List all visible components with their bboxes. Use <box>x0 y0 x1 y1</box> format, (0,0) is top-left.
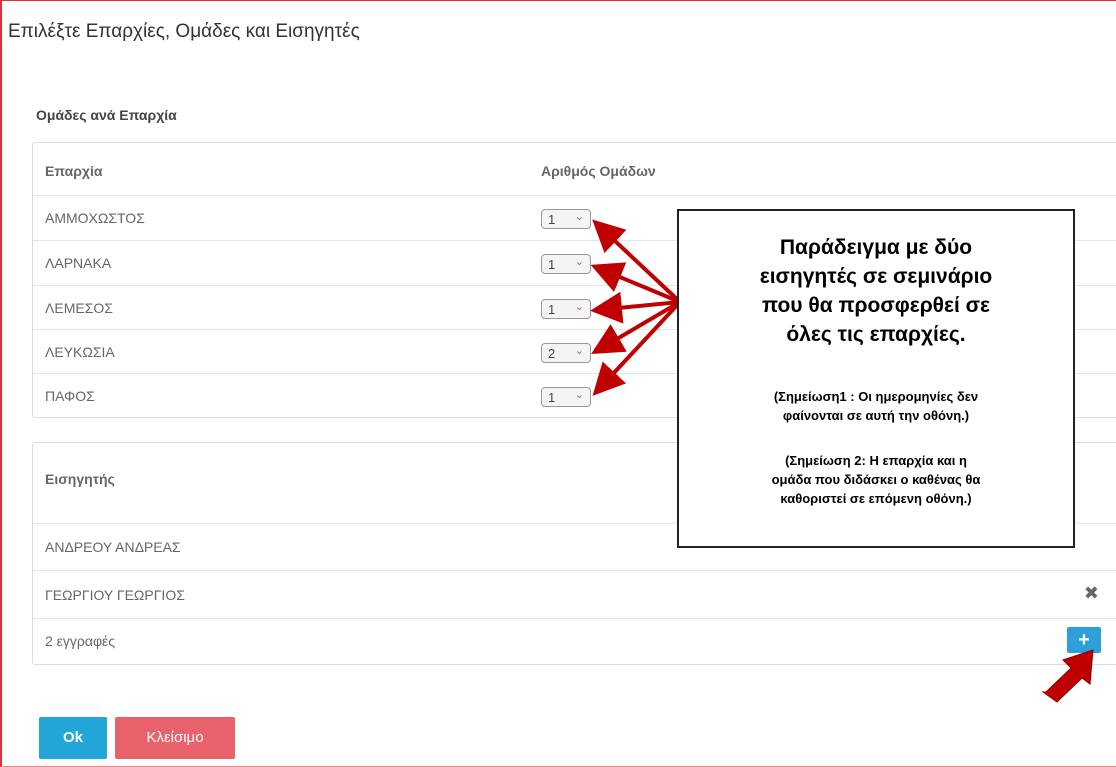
province-name: ΠΑΦΟΣ <box>45 388 95 404</box>
ok-button[interactable]: Ok <box>39 717 107 759</box>
close-button[interactable]: Κλείσιμο <box>115 717 235 759</box>
group-count-select[interactable]: 1 ⌄ <box>541 299 591 319</box>
callout-line: εισηγητές σε σεμινάριο <box>759 265 993 288</box>
chevron-down-icon: ⌄ <box>574 389 584 401</box>
province-name: ΛΕΜΕΣΟΣ <box>45 300 113 316</box>
add-speaker-button[interactable]: + <box>1067 627 1101 653</box>
chevron-down-icon: ⌄ <box>574 256 584 268</box>
column-header-province: Επαρχία <box>45 163 103 179</box>
column-header-group-count: Αριθμός Ομάδων <box>541 163 656 179</box>
callout-line: που θα προσφερθεί σε <box>761 294 991 317</box>
dialog-title: Επιλέξτε Επαρχίες, Ομάδες και Εισηγητές <box>8 21 360 42</box>
footer-row: 2 εγγραφές + <box>33 618 1116 664</box>
group-count-select[interactable]: 1 ⌄ <box>541 209 591 229</box>
group-count-select[interactable]: 1 ⌄ <box>541 387 591 407</box>
provinces-heading: Ομάδες ανά Επαρχία <box>36 107 177 123</box>
callout-line: όλες τις επαρχίες. <box>786 323 966 346</box>
record-count: 2 εγγραφές <box>45 633 116 649</box>
annotation-callout: Παράδειγμα με δύο εισηγητές σε σεμινάριο… <box>677 209 1075 548</box>
column-header-speaker: Εισηγητής <box>45 471 115 487</box>
provinces-header-row: Επαρχία Αριθμός Ομάδων <box>33 143 1116 195</box>
group-count-select[interactable]: 2 ⌄ <box>541 343 591 363</box>
callout-line: Παράδειγμα με δύο <box>779 236 973 259</box>
remove-icon[interactable]: ✖ <box>1084 583 1099 604</box>
chevron-down-icon: ⌄ <box>574 301 584 313</box>
chevron-down-icon: ⌄ <box>574 345 584 357</box>
province-name: ΑΜΜΟΧΩΣΤΟΣ <box>45 210 145 226</box>
province-name: ΛΕΥΚΩΣΙΑ <box>45 344 115 360</box>
plus-icon: + <box>1078 629 1090 651</box>
group-count-select[interactable]: 1 ⌄ <box>541 254 591 274</box>
chevron-down-icon: ⌄ <box>574 211 584 223</box>
speaker-name: ΑΝΔΡΕΟΥ ΑΝΔΡΕΑΣ <box>45 539 181 555</box>
callout-note-2: (Σημείωση 2: Η επαρχία και η ομάδα που δ… <box>771 453 981 506</box>
table-row: ΓΕΩΡΓΙΟΥ ΓΕΩΡΓΙΟΣ ✖ <box>33 570 1116 618</box>
callout-note-1: (Σημείωση1 : Οι ημερομηνίες δεν φαίνοντα… <box>773 389 979 423</box>
province-name: ΛΑΡΝΑΚΑ <box>45 255 112 271</box>
speaker-name: ΓΕΩΡΓΙΟΥ ΓΕΩΡΓΙΟΣ <box>45 587 185 603</box>
